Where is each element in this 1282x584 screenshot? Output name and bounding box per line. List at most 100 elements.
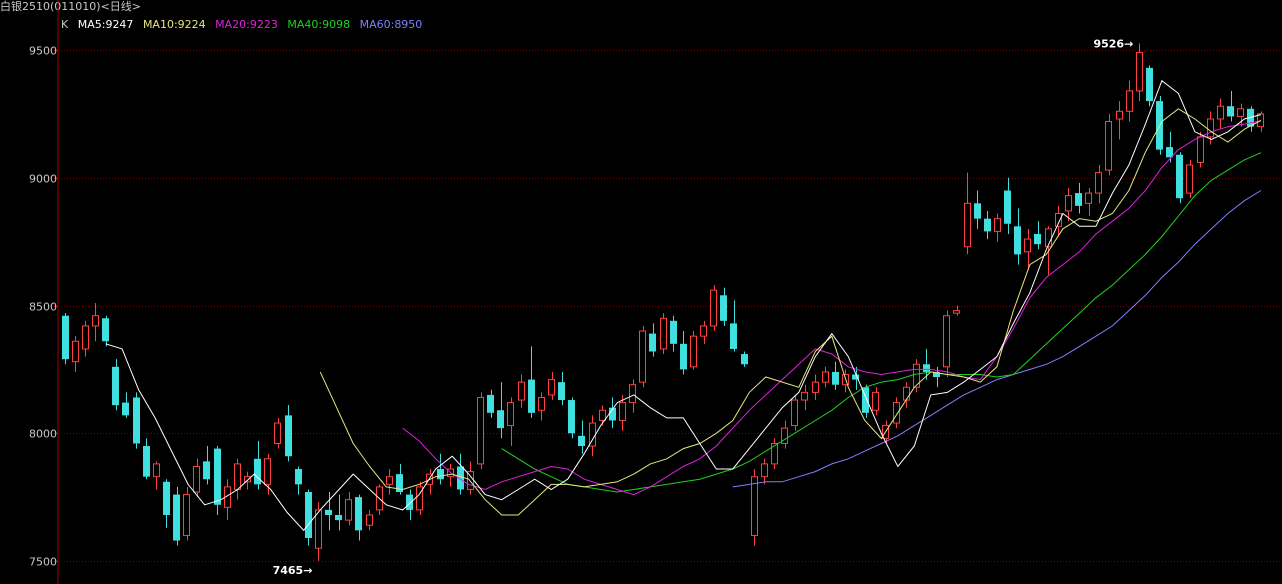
candle: [214, 446, 221, 516]
candle-body: [1014, 226, 1021, 255]
candle-body: [386, 476, 393, 485]
candle-body: [649, 333, 656, 352]
candle: [1166, 131, 1173, 163]
candle-body: [720, 295, 727, 321]
candle-body: [741, 354, 748, 365]
candle: [680, 331, 687, 375]
candle: [376, 484, 383, 516]
candle: [92, 302, 99, 342]
candle: [670, 315, 677, 352]
candle-body: [1075, 193, 1082, 206]
candle-body: [558, 382, 565, 401]
candle: [751, 469, 758, 546]
candle: [102, 315, 109, 347]
candle-body: [355, 497, 362, 531]
candle-body: [1166, 147, 1173, 158]
candle: [406, 489, 413, 521]
candle: [974, 190, 981, 229]
candle-body: [801, 391, 808, 401]
candle-body: [660, 317, 667, 350]
candle-body: [366, 514, 373, 526]
candle: [305, 489, 312, 546]
candle: [1075, 182, 1082, 214]
candle: [457, 453, 464, 495]
candle: [568, 397, 575, 439]
candle: [660, 313, 667, 355]
candle-body: [234, 463, 241, 490]
candle-body: [315, 509, 322, 549]
candle: [700, 320, 707, 344]
candle: [1116, 101, 1123, 140]
candle: [72, 336, 79, 372]
candle-body: [325, 509, 332, 516]
candle-body: [82, 325, 89, 350]
candle: [416, 481, 423, 516]
candle-body: [730, 323, 737, 349]
candle-body: [62, 315, 69, 360]
candle-body: [1004, 190, 1011, 224]
candle-body: [153, 463, 160, 478]
candle: [1217, 98, 1224, 130]
low-annotation: 7465→: [273, 564, 313, 577]
candle-body: [1105, 121, 1112, 171]
candle-body: [629, 384, 636, 404]
candle-body: [751, 476, 758, 536]
candle-body: [477, 396, 484, 465]
candle: [112, 359, 119, 411]
candle: [285, 405, 292, 462]
candle-body: [507, 402, 514, 427]
candle: [710, 285, 717, 332]
candle-body: [518, 381, 525, 401]
candle: [812, 374, 819, 401]
candle-body: [183, 494, 190, 536]
candle: [943, 310, 950, 378]
candle-body: [112, 366, 119, 406]
candle: [345, 492, 352, 526]
candle-body: [1217, 105, 1224, 120]
candle-body: [974, 203, 981, 219]
candle-body: [274, 422, 281, 444]
candle: [163, 479, 170, 528]
candle-body: [1136, 52, 1143, 92]
candle-body: [761, 463, 768, 478]
candle: [437, 453, 444, 485]
candle: [639, 325, 646, 388]
candle-body: [822, 371, 829, 383]
candle-body: [1055, 213, 1062, 227]
candle-body: [133, 397, 140, 444]
candle: [690, 331, 697, 370]
candle: [366, 509, 373, 531]
candle-body: [680, 343, 687, 370]
candle-body: [984, 218, 991, 232]
candle: [396, 463, 403, 495]
candle-body: [437, 469, 444, 480]
candle: [1004, 177, 1011, 234]
candle-body: [1065, 195, 1072, 212]
candle-body: [92, 315, 99, 327]
candle-body: [812, 381, 819, 393]
candle-body: [548, 379, 555, 396]
y-tick-label: 8500: [29, 301, 57, 314]
candle: [62, 313, 69, 365]
candlestick-chart[interactable]: 7500 8000 8500 9000 9500 9526→ 7465→: [0, 0, 1282, 584]
candle: [1136, 43, 1143, 102]
candle-body: [163, 481, 170, 516]
y-tick-label: 9500: [29, 45, 57, 58]
candle-body: [122, 402, 129, 416]
candle: [1227, 90, 1234, 122]
candle: [507, 397, 514, 447]
candle: [183, 486, 190, 541]
candle: [1105, 113, 1112, 176]
candle-body: [173, 494, 180, 541]
candle-body: [903, 386, 910, 401]
candle: [953, 305, 960, 316]
candle: [386, 469, 393, 495]
candle: [497, 382, 504, 439]
candle-body: [244, 476, 251, 483]
candle: [822, 366, 829, 388]
candle-body: [832, 371, 839, 385]
candle: [1014, 208, 1021, 265]
candle: [203, 446, 210, 485]
candle: [1095, 164, 1102, 204]
candle: [923, 348, 930, 380]
